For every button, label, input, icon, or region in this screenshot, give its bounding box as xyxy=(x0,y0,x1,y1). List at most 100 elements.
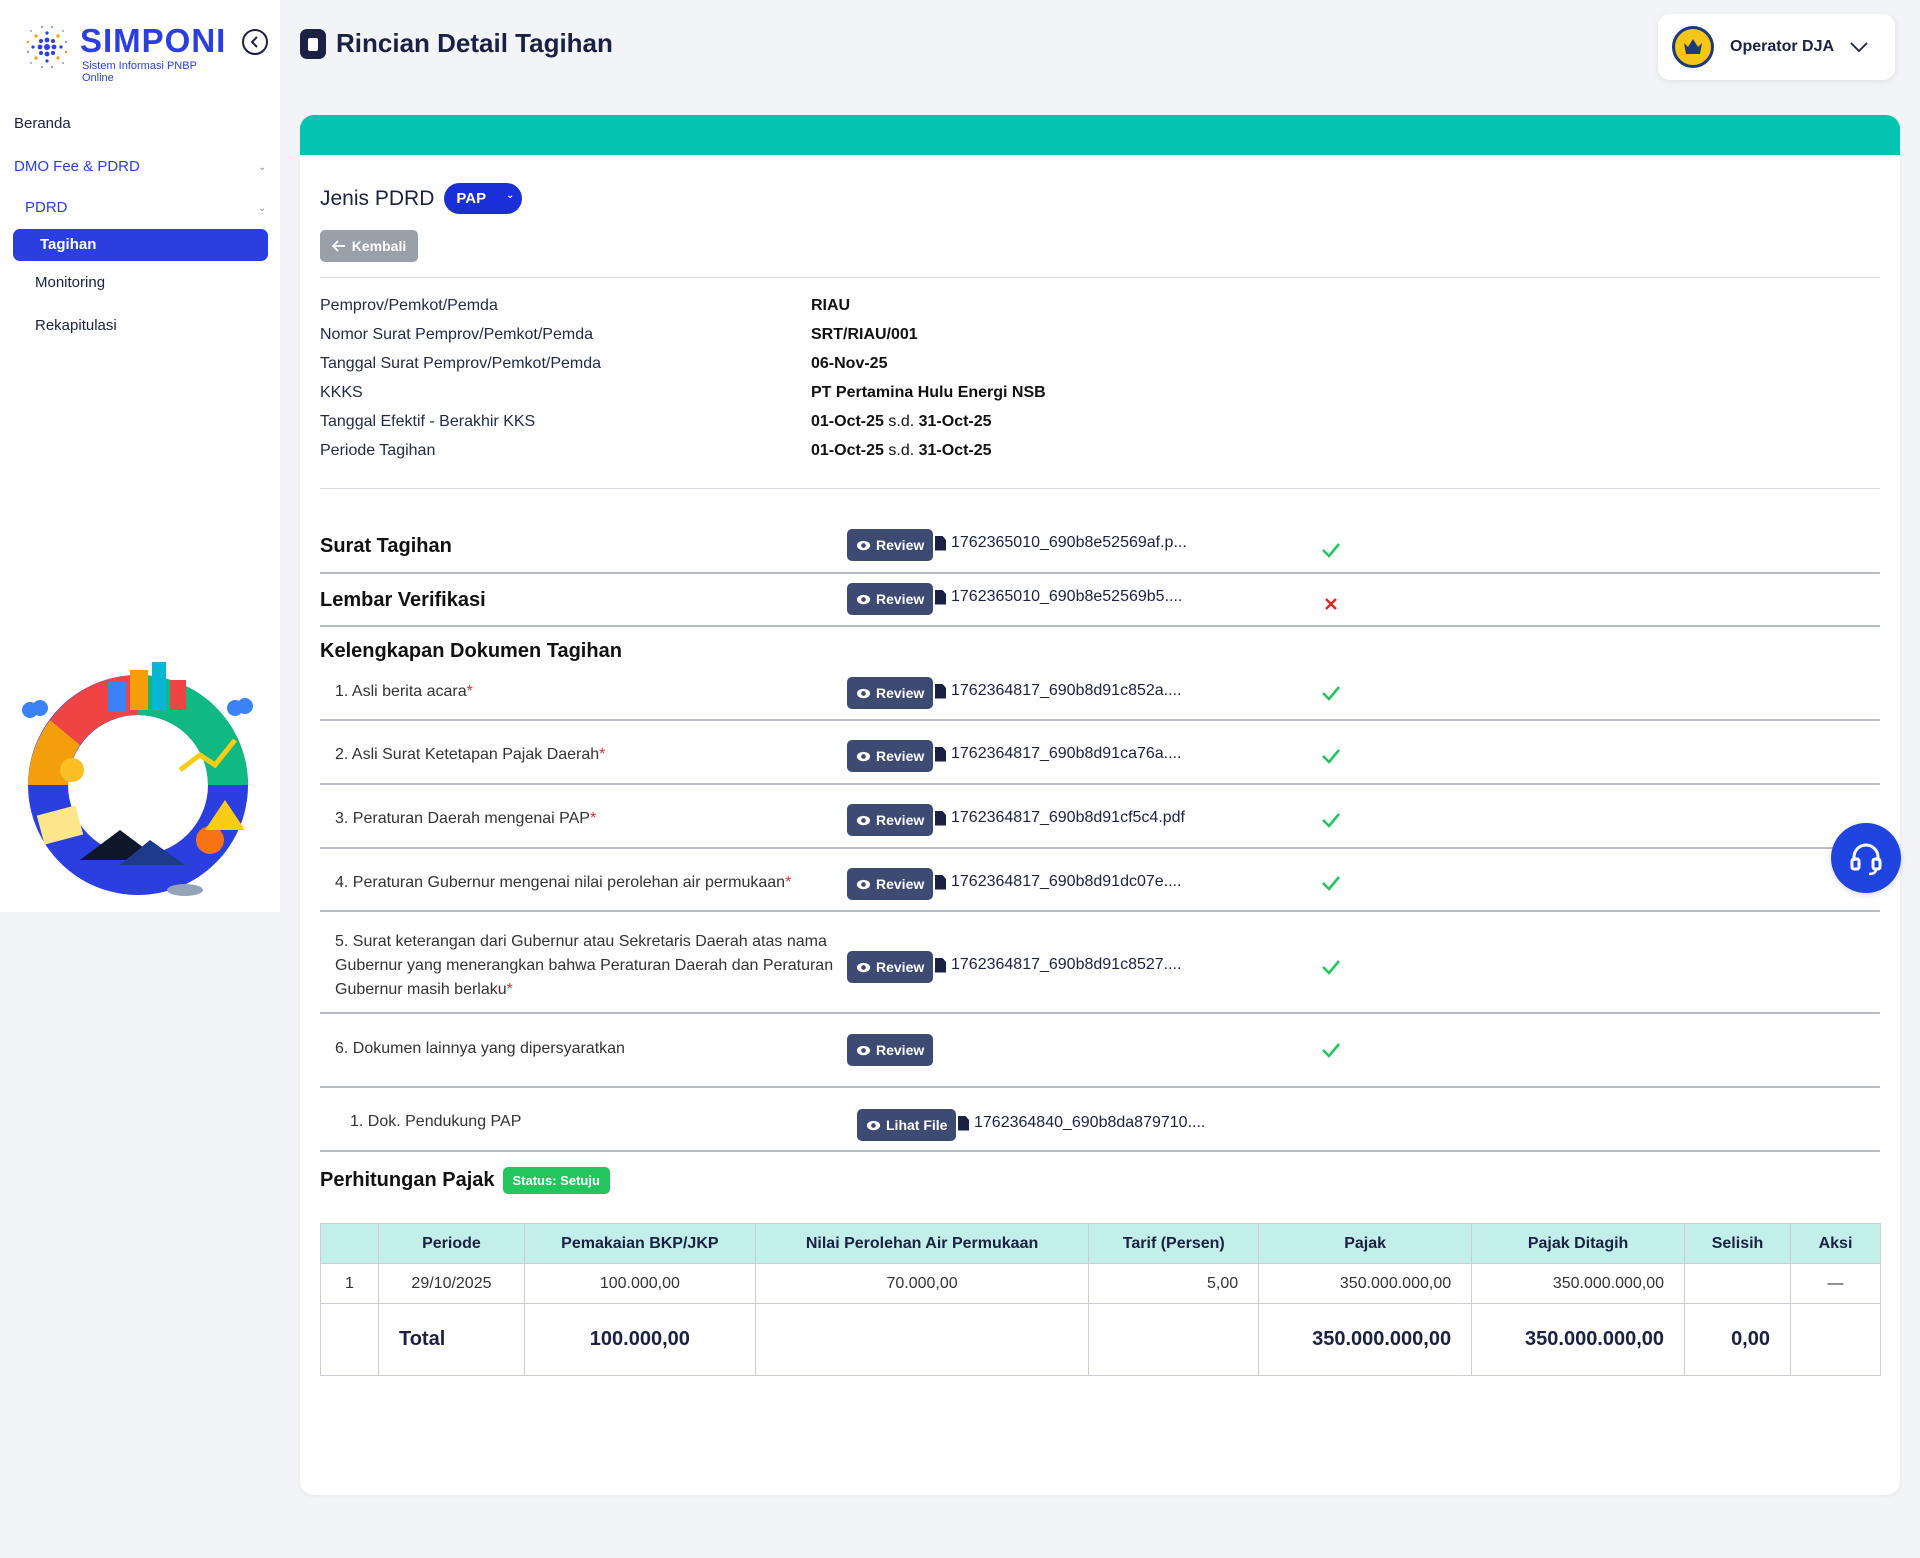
total-pemakaian: 100.000,00 xyxy=(523,1303,756,1376)
collapse-sidebar-button[interactable] xyxy=(242,29,268,55)
file-icon xyxy=(935,810,946,826)
help-support-button[interactable] xyxy=(1831,823,1901,893)
review-label: Review xyxy=(876,685,925,701)
file-icon xyxy=(935,589,946,605)
divider xyxy=(320,625,1880,627)
jenis-pdrd-select[interactable]: PAP ⌄ xyxy=(444,183,523,214)
back-button[interactable]: Kembali xyxy=(320,230,418,262)
sidebar-item-rekapitulasi[interactable]: Rekapitulasi xyxy=(35,317,117,334)
logo-subtitle: Sistem Informasi PNBP Online xyxy=(82,60,197,84)
kemenkeu-emblem-icon xyxy=(1672,26,1714,68)
status-badge: Status: Setuju xyxy=(502,1167,610,1194)
divider xyxy=(320,488,1880,489)
doc-file-link[interactable]: 1762364817_690b8d91dc07e.... xyxy=(935,873,1181,891)
divider xyxy=(320,572,1880,574)
chevron-down-icon xyxy=(1850,42,1868,53)
info-value: 06-Nov-25 xyxy=(811,355,888,372)
info-label: Periode Tagihan xyxy=(320,442,436,459)
chevron-left-icon xyxy=(250,36,258,48)
sidebar-item-monitoring[interactable]: Monitoring xyxy=(35,274,105,291)
jenis-pdrd-label: Jenis PDRD xyxy=(320,186,435,210)
cell-pajak: 350.000.000,00 xyxy=(1258,1263,1473,1304)
date-start: 01-Oct-25 xyxy=(811,442,884,459)
doc-review-button[interactable]: Review xyxy=(847,1034,934,1066)
doc-label: 2. Asli Surat Ketetapan Pajak Daerah* xyxy=(335,746,606,763)
total-selisih: 0,00 xyxy=(1684,1303,1791,1376)
date-end: 31-Oct-25 xyxy=(918,442,992,459)
divider xyxy=(320,719,1880,721)
surat-tagihan-file-link[interactable]: 1762365010_690b8e52569af.p... xyxy=(935,534,1187,552)
file-icon xyxy=(935,746,946,762)
doc-label: 1. Asli berita acara* xyxy=(335,683,473,700)
sidebar-item-pdrd[interactable]: PDRD xyxy=(25,199,68,216)
x-mark-icon xyxy=(1325,598,1337,610)
table-total-row: Total 100.000,00 350.000.000,00 350.000.… xyxy=(320,1303,1881,1376)
total-pajak-ditagih: 350.000.000,00 xyxy=(1471,1303,1686,1376)
info-label: Nomor Surat Pemprov/Pemkot/Pemda xyxy=(320,326,593,343)
review-label: Review xyxy=(876,1042,925,1058)
eye-icon xyxy=(856,1045,871,1055)
doc-file-link[interactable]: 1762364817_690b8d91c8527.... xyxy=(935,956,1181,974)
surat-tagihan-review-button[interactable]: Review xyxy=(847,529,934,561)
tax-table: Periode Pemakaian BKP/JKP Nilai Peroleha… xyxy=(320,1223,1881,1376)
jenis-pdrd-value: PAP xyxy=(456,190,487,207)
date-separator: s.d. xyxy=(888,413,915,430)
doc-review-button[interactable]: Review xyxy=(847,804,934,836)
sub-doc-file-link[interactable]: 1762364840_690b8da879710.... xyxy=(958,1114,1205,1132)
row-action-button[interactable]: — xyxy=(1790,1263,1881,1304)
user-menu[interactable]: Operator DJA xyxy=(1658,14,1895,80)
lembar-verifikasi-review-button[interactable]: Review xyxy=(847,583,934,615)
user-name: Operator DJA xyxy=(1730,38,1835,55)
info-row: Tanggal Efektif - Berakhir KKS 01-Oct-25… xyxy=(320,413,1420,437)
doc-file-link[interactable]: 1762364817_690b8d91ca76a.... xyxy=(935,745,1181,763)
lihat-file-button[interactable]: Lihat File xyxy=(857,1109,957,1141)
chevron-down-icon: ⌄ xyxy=(505,190,515,201)
file-name: 1762365010_690b8e52569af.p... xyxy=(951,534,1187,551)
info-row: KKKS PT Pertamina Hulu Energi NSB xyxy=(320,384,1420,408)
sidebar-item-tagihan[interactable]: Tagihan xyxy=(13,229,268,261)
simponi-logo[interactable]: SIMPONI Sistem Informasi PNBP Online xyxy=(18,18,228,84)
check-icon xyxy=(1322,1043,1340,1058)
check-icon xyxy=(1322,749,1340,764)
back-button-label: Kembali xyxy=(351,238,407,254)
info-row: Periode Tagihan 01-Oct-25 s.d. 31-Oct-25 xyxy=(320,442,1420,466)
info-value: 01-Oct-25 s.d. 31-Oct-25 xyxy=(811,413,992,431)
info-label: Tanggal Surat Pemprov/Pemkot/Pemda xyxy=(320,355,602,372)
lembar-verifikasi-file-link[interactable]: 1762365010_690b8e52569b5.... xyxy=(935,588,1182,606)
doc-label: 6. Dokumen lainnya yang dipersyaratkan xyxy=(335,1040,625,1057)
cell-periode: 29/10/2025 xyxy=(377,1263,525,1304)
doc-review-button[interactable]: Review xyxy=(847,677,934,709)
eye-icon xyxy=(856,751,871,761)
check-icon xyxy=(1322,813,1340,828)
review-label: Review xyxy=(876,812,925,828)
cell-empty xyxy=(754,1303,1090,1376)
chevron-down-icon: ⌄ xyxy=(258,162,267,173)
info-value: PT Pertamina Hulu Energi NSB xyxy=(811,384,1046,401)
doc-review-button[interactable]: Review xyxy=(847,951,934,983)
eye-icon xyxy=(856,594,871,604)
divider xyxy=(320,847,1880,849)
sidebar-item-beranda[interactable]: Beranda xyxy=(14,115,71,132)
eye-icon xyxy=(856,962,871,972)
doc-file-link[interactable]: 1762364817_690b8d91cf5c4.pdf xyxy=(935,809,1185,827)
info-value: 01-Oct-25 s.d. 31-Oct-25 xyxy=(811,442,992,460)
cell-pemakaian: 100.000,00 xyxy=(523,1263,756,1304)
col-header: Pemakaian BKP/JKP xyxy=(523,1223,756,1264)
doc-file-link[interactable]: 1762364817_690b8d91c852a.... xyxy=(935,682,1181,700)
sidebar-item-dmo-fee-pdrd[interactable]: DMO Fee & PDRD xyxy=(14,158,140,175)
file-name: 1762364817_690b8d91cf5c4.pdf xyxy=(951,809,1185,826)
doc-label: 3. Peraturan Daerah mengenai PAP* xyxy=(335,810,597,827)
surat-tagihan-title: Surat Tagihan xyxy=(320,535,452,557)
eye-icon xyxy=(856,688,871,698)
detail-card: Jenis PDRD PAP ⌄ Kembali Pemprov/Pemkot/… xyxy=(300,115,1900,1495)
headset-icon xyxy=(1850,843,1882,876)
col-header: Periode xyxy=(377,1223,525,1264)
cell-empty xyxy=(1088,1303,1260,1376)
col-header: Selisih xyxy=(1684,1223,1791,1264)
doc-review-button[interactable]: Review xyxy=(847,868,934,900)
doc-review-button[interactable]: Review xyxy=(847,740,934,772)
sidebar: SIMPONI Sistem Informasi PNBP Online Ber… xyxy=(0,0,280,912)
logo-title: SIMPONI xyxy=(80,22,227,59)
col-header: Pajak xyxy=(1258,1223,1473,1264)
divider xyxy=(320,1012,1880,1014)
